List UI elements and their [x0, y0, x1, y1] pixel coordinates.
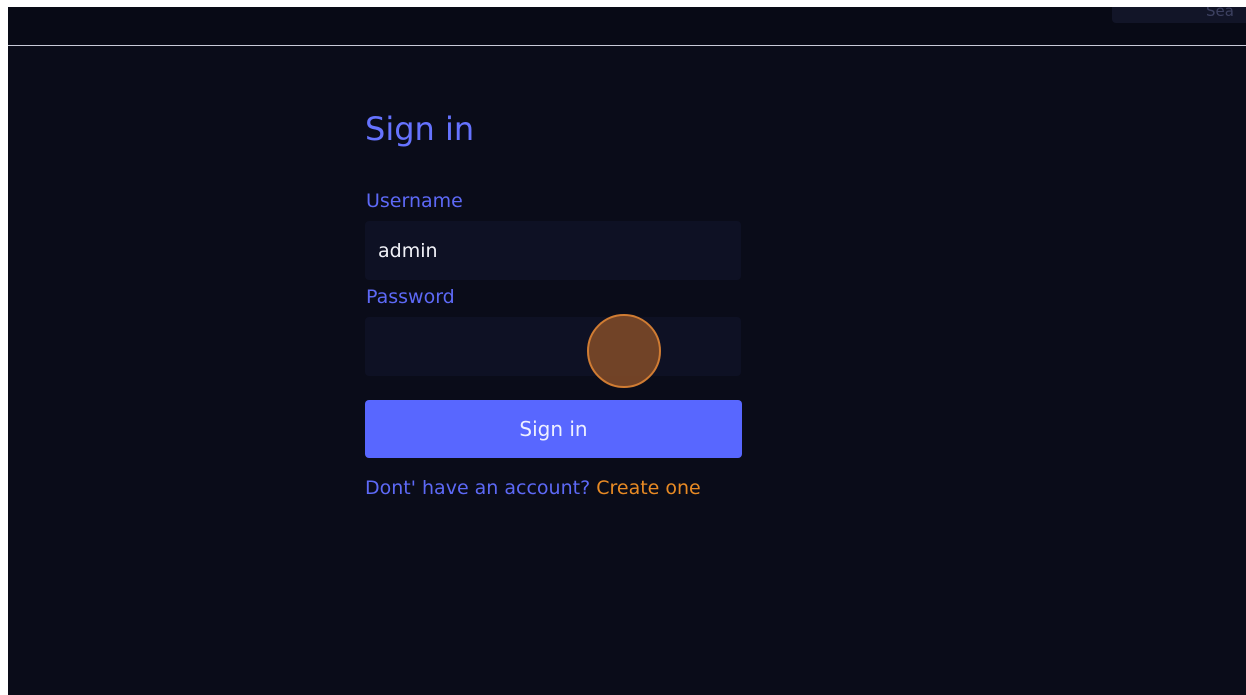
page-title: Sign in [365, 110, 475, 148]
signup-prompt: Dont' have an account? Create one [365, 477, 701, 499]
create-account-link[interactable]: Create one [596, 477, 701, 499]
no-account-text: Dont' have an account? [365, 477, 591, 499]
password-input[interactable] [365, 317, 741, 376]
password-label: Password [366, 286, 455, 308]
header-search-input[interactable]: Sea [1112, 7, 1246, 23]
header-divider [8, 45, 1246, 46]
username-input[interactable] [365, 221, 741, 280]
top-header: Sea [8, 7, 1246, 45]
signin-button[interactable]: Sign in [365, 400, 742, 458]
username-label: Username [366, 190, 463, 212]
app-window: Sea Sign in Username Password Sign in Do… [8, 7, 1246, 695]
